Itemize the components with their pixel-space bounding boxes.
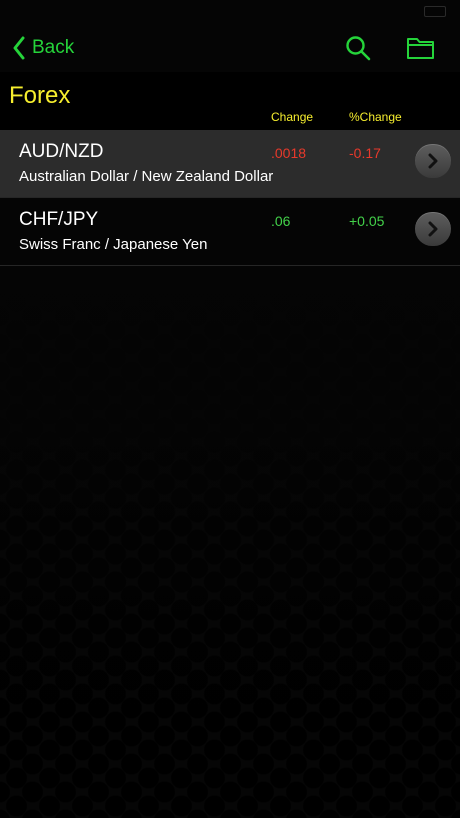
table-row-aud-nzd[interactable]: AUD/NZD Australian Dollar / New Zealand … [0,130,460,198]
search-button[interactable] [344,34,372,62]
battery-icon [424,6,446,17]
folder-icon [406,34,434,62]
row-detail-button[interactable] [415,212,451,246]
row-change: .0018 [271,145,307,161]
section-title: Forex [9,82,71,109]
status-bar [0,0,460,22]
back-button[interactable]: Back [12,34,74,62]
row-symbol: CHF/JPY [19,209,99,230]
background-fade [0,260,460,818]
row-symbol: AUD/NZD [19,141,104,162]
change-column-header: Change [271,110,314,124]
folder-button[interactable] [406,34,434,62]
search-icon [344,34,372,62]
pct-change-column-header: %Change [349,110,402,124]
row-pct-change: -0.17 [349,145,381,161]
row-pct-change: +0.05 [349,213,385,229]
row-divider [0,265,460,266]
row-change: .06 [271,213,291,229]
section-header: Forex Change %Change [0,72,460,130]
table-row-chf-jpy[interactable]: CHF/JPY Swiss Franc / Japanese Yen .06 +… [0,198,460,266]
back-label: Back [32,37,75,58]
row-name: Australian Dollar / New Zealand Dollar [19,168,274,185]
navigation-bar: Back [0,22,460,72]
row-name: Swiss Franc / Japanese Yen [19,236,208,253]
row-detail-button[interactable] [415,144,451,178]
chevron-left-icon [12,36,26,60]
